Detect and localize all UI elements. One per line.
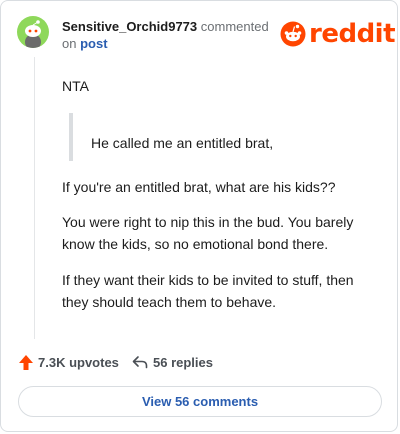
reddit-logo[interactable]: reddit <box>280 19 396 49</box>
avatar[interactable] <box>17 16 49 48</box>
post-link[interactable]: post <box>80 36 107 51</box>
quote-bar <box>69 113 73 161</box>
on-label: on <box>62 36 77 51</box>
upvote-button[interactable]: 7.3K upvotes <box>19 352 119 372</box>
snoo-avatar-icon <box>25 20 41 48</box>
reddit-logo-icon <box>280 21 306 47</box>
replies-count: 56 replies <box>153 354 213 370</box>
comment-card: Sensitive_Orchid9773 commented on post r… <box>0 0 398 432</box>
view-comments-button[interactable]: View 56 comments <box>18 386 382 417</box>
upvote-count: 7.3K upvotes <box>38 354 119 370</box>
replies-button[interactable]: 56 replies <box>132 352 213 372</box>
commented-label: commented <box>200 19 269 34</box>
reply-arrow-icon <box>132 356 148 369</box>
comment-verdict: NTA <box>62 78 89 94</box>
reddit-wordmark: reddit <box>309 19 396 49</box>
comment-paragraph-3: If they want their kids to be invited to… <box>62 272 354 310</box>
author-line: Sensitive_Orchid9773 commented on post <box>62 18 277 52</box>
username[interactable]: Sensitive_Orchid9773 <box>62 19 197 34</box>
thread-line[interactable] <box>34 57 35 339</box>
comment-paragraph-2: You were right to nip this in the bud. Y… <box>62 214 354 252</box>
upvote-arrow-icon <box>19 354 33 370</box>
blockquote-text: He called me an entitled brat, <box>91 135 274 151</box>
comment-paragraph-1: If you're an entitled brat, what are his… <box>62 179 336 195</box>
